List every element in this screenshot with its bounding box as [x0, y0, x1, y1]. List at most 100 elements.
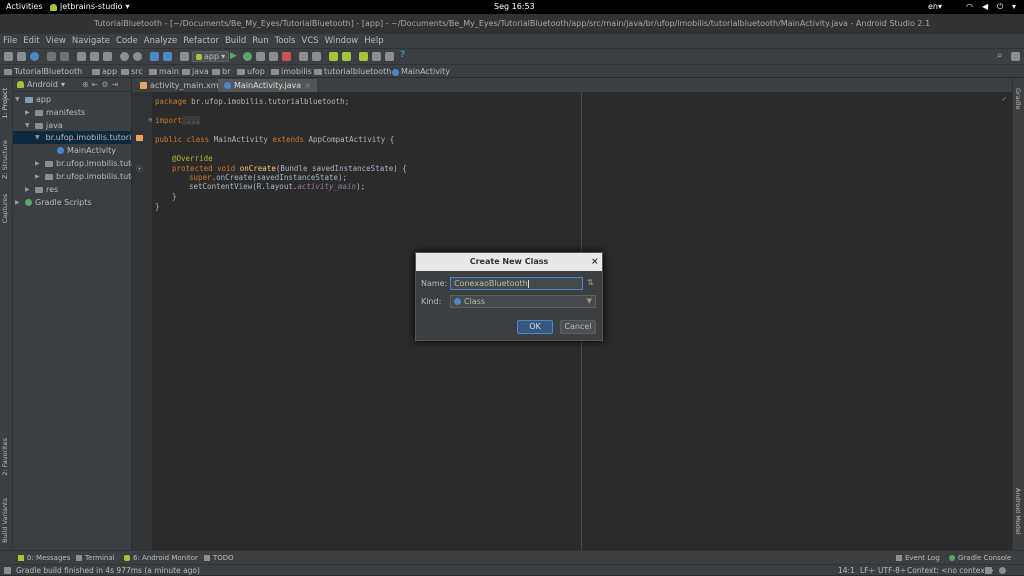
make-project-icon[interactable]	[180, 52, 189, 61]
tree-item-mainactivity[interactable]: MainActivity	[57, 144, 116, 157]
inspector-icon[interactable]	[999, 567, 1006, 574]
lock-icon[interactable]	[985, 567, 992, 574]
tree-item-package-test[interactable]: ▶ br.ufop.imobilis.tutori	[35, 170, 142, 183]
tool-tab-todo[interactable]: TODO	[204, 551, 234, 565]
caret-down-icon[interactable]: ▾	[61, 78, 65, 92]
close-icon[interactable]: ×	[591, 253, 599, 271]
copy-icon[interactable]	[90, 52, 99, 61]
menu-code[interactable]: Code	[113, 34, 141, 48]
language-indicator[interactable]: en▾	[928, 0, 942, 14]
caret-down-icon[interactable]: ▾	[1012, 0, 1016, 14]
project-view-select[interactable]: Android	[27, 78, 58, 92]
breadcrumb-src[interactable]: src	[121, 65, 143, 79]
undo-icon[interactable]	[47, 52, 56, 61]
paste-icon[interactable]	[103, 52, 112, 61]
redo-icon[interactable]	[60, 52, 69, 61]
tool-tab-gradle[interactable]: Gradle	[1014, 88, 1022, 110]
tool-tab-captures[interactable]: Captures	[1, 194, 9, 223]
close-icon[interactable]: ×	[304, 79, 311, 92]
tool-tab-project[interactable]: 1: Project	[1, 88, 9, 119]
breadcrumb-br[interactable]: br	[212, 65, 230, 79]
status-message[interactable]: Gradle build finished in 4s 977ms (a min…	[16, 565, 200, 576]
tool-tab-favorites[interactable]: 2: Favorites	[1, 438, 9, 476]
power-icon[interactable]: ⏻	[997, 0, 1003, 14]
kind-select[interactable]: Class ▼	[450, 295, 596, 308]
breadcrumb-ufop[interactable]: ufop	[237, 65, 265, 79]
cancel-button[interactable]: Cancel	[560, 320, 596, 334]
collapse-icon[interactable]: ⇤	[92, 78, 99, 92]
capture-icon[interactable]	[385, 52, 394, 61]
tool-tab-structure[interactable]: Z: Structure	[1, 140, 9, 179]
tree-item-package-androidtest[interactable]: ▶ br.ufop.imobilis.tutori	[35, 157, 142, 170]
breadcrumb-tutorialbluetooth[interactable]: tutorialbluetooth	[314, 65, 391, 79]
volume-icon[interactable]: ◀	[982, 0, 988, 14]
coverage-icon[interactable]	[269, 52, 278, 61]
fold-icon[interactable]: ⊕	[148, 116, 152, 124]
menu-build[interactable]: Build	[222, 34, 249, 48]
clock[interactable]: Seg 16:53	[494, 0, 535, 14]
debug-icon[interactable]	[243, 52, 252, 61]
file-encoding[interactable]: UTF-8÷	[878, 565, 906, 576]
menu-analyze[interactable]: Analyze	[141, 34, 181, 48]
layout-inspector-icon[interactable]	[372, 52, 381, 61]
app-menu[interactable]: jetbrains-studio ▾	[50, 0, 129, 14]
tool-tab-terminal[interactable]: Terminal	[76, 551, 115, 565]
cut-icon[interactable]	[77, 52, 86, 61]
forward-icon[interactable]	[163, 52, 172, 61]
tool-tab-android-monitor[interactable]: 6: Android Monitor	[124, 551, 198, 565]
stop-icon[interactable]	[282, 52, 291, 61]
tool-windows-icon[interactable]	[4, 567, 11, 574]
line-separator[interactable]: LF÷	[860, 565, 875, 576]
save-icon[interactable]	[17, 52, 26, 61]
tool-tab-messages[interactable]: 0: Messages	[18, 551, 70, 565]
tool-tab-build-variants[interactable]: Build Variants	[1, 498, 9, 543]
menu-vcs[interactable]: VCS	[299, 34, 322, 48]
menu-navigate[interactable]: Navigate	[69, 34, 113, 48]
tool-tab-gradle-console[interactable]: Gradle Console	[949, 551, 1011, 565]
sync-gradle-icon[interactable]	[299, 52, 308, 61]
menu-help[interactable]: Help	[361, 34, 386, 48]
menu-file[interactable]: File	[0, 34, 20, 48]
breadcrumb-java[interactable]: java	[182, 65, 209, 79]
attach-debugger-icon[interactable]	[256, 52, 265, 61]
event-log-icon[interactable]	[1011, 52, 1020, 61]
open-icon[interactable]	[4, 52, 13, 61]
menu-refactor[interactable]: Refactor	[180, 34, 222, 48]
help-icon[interactable]: ?	[400, 50, 405, 60]
breadcrumb-main[interactable]: main	[149, 65, 179, 79]
tree-item-manifests[interactable]: ▶ manifests	[25, 106, 85, 119]
tool-tab-android-model[interactable]: Android Model	[1014, 488, 1022, 535]
run-config-select[interactable]: app ▾	[192, 51, 230, 62]
breadcrumb-mainactivity[interactable]: MainActivity	[392, 65, 450, 79]
avd-manager-icon[interactable]	[329, 52, 338, 61]
breadcrumb-imobilis[interactable]: imobilis	[271, 65, 312, 79]
sync-icon[interactable]: ⊕	[82, 78, 89, 92]
context-indicator[interactable]: Context: <no context>	[907, 565, 994, 576]
tree-item-app[interactable]: ▼ app	[15, 93, 51, 106]
tree-item-res[interactable]: ▶ res	[25, 183, 58, 196]
menu-edit[interactable]: Edit	[20, 34, 42, 48]
menu-view[interactable]: View	[43, 34, 69, 48]
class-name-input[interactable]: ConexaoBluetooth	[450, 277, 583, 290]
caret-position[interactable]: 14:1	[838, 565, 855, 576]
tree-item-package-main[interactable]: ▼ br.ufop.imobilis.tutori	[13, 131, 131, 144]
tool-tab-event-log[interactable]: Event Log	[896, 551, 940, 565]
menu-window[interactable]: Window	[322, 34, 362, 48]
sort-arrows-icon[interactable]: ⇅	[587, 278, 594, 287]
ok-button[interactable]: OK	[517, 320, 553, 334]
run-icon[interactable]: ▶	[230, 51, 237, 61]
wifi-icon[interactable]: ◠	[966, 0, 973, 14]
tree-item-gradle-scripts[interactable]: ▶ Gradle Scripts	[15, 196, 92, 209]
menu-run[interactable]: Run	[249, 34, 271, 48]
hide-icon[interactable]: ⇥	[112, 78, 119, 92]
menu-tools[interactable]: Tools	[272, 34, 299, 48]
activities-button[interactable]: Activities	[6, 0, 43, 14]
tab-mainactivity-java[interactable]: MainActivity.java ×	[218, 79, 317, 92]
sdk-manager-icon[interactable]	[342, 52, 351, 61]
search-everywhere-icon[interactable]: ⌕	[997, 50, 1003, 61]
replace-icon[interactable]	[133, 52, 142, 61]
android-device-monitor-icon[interactable]	[359, 52, 368, 61]
project-structure-icon[interactable]	[312, 52, 321, 61]
back-icon[interactable]	[150, 52, 159, 61]
gear-icon[interactable]: ⚙	[101, 78, 108, 92]
